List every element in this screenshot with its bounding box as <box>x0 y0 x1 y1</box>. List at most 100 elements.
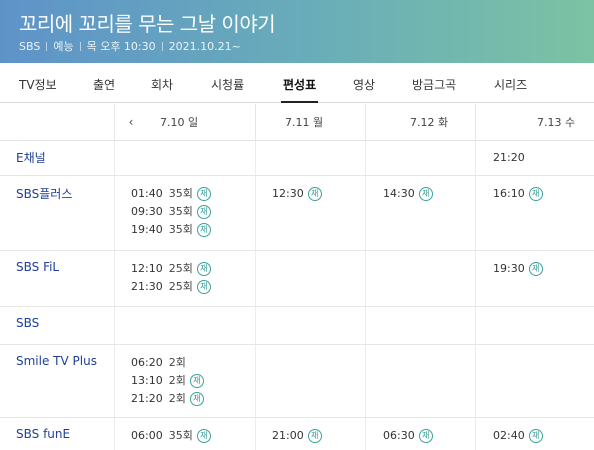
rerun-badge: 재 <box>196 223 211 237</box>
rerun-badge: 재 <box>528 429 543 443</box>
rerun-badge: 재 <box>196 429 211 443</box>
schedule-cell: 06:00 35회 재 <box>131 427 211 445</box>
rerun-badge: 재 <box>528 262 543 276</box>
date-label: 7.12 화 <box>410 116 449 129</box>
schedule-cell: 16:10 재 <box>493 185 543 203</box>
episode-number: 2회 <box>168 356 186 369</box>
column-divider <box>114 251 115 306</box>
airing-time: 06:00 <box>131 429 163 442</box>
airing-time: 21:20 <box>131 392 163 405</box>
episode-number: 2회 <box>168 374 186 387</box>
column-divider <box>475 418 476 450</box>
column-divider <box>475 345 476 417</box>
channel-name[interactable]: Smile TV Plus <box>16 354 97 368</box>
rerun-badge: 재 <box>189 392 204 406</box>
channel-row-sbs: SBS <box>0 307 594 345</box>
tab-cast[interactable]: 출연 <box>93 63 115 103</box>
airing-entry: 21:20 2회 재 <box>131 390 204 408</box>
airing-entry: 14:30 재 <box>383 185 433 203</box>
airing-entry: 01:40 35회 재 <box>131 185 211 203</box>
tab-bar: TV정보 출연 회차 시청률 편성표 영상 방금그곡 시리즈 <box>0 63 594 103</box>
meta-genre: 예능 <box>53 40 74 53</box>
channel-name[interactable]: SBS <box>16 316 39 330</box>
column-divider <box>475 176 476 250</box>
tab-that-song[interactable]: 방금그곡 <box>412 63 456 103</box>
date-label: 7.10 일 <box>160 116 199 129</box>
column-divider <box>475 104 476 141</box>
program-meta: SBS 예능 목 오후 10:30 2021.10.21~ <box>19 38 241 54</box>
column-divider <box>255 251 256 306</box>
meta-airtime: 목 오후 10:30 <box>86 40 156 53</box>
channel-name[interactable]: SBS플러스 <box>16 185 72 202</box>
rerun-badge: 재 <box>307 187 322 201</box>
episode-number: 35회 <box>168 429 193 442</box>
meta-divider <box>161 42 163 51</box>
rerun-badge: 재 <box>196 262 211 276</box>
airing-entry: 06:20 2회 <box>131 354 204 372</box>
rerun-badge: 재 <box>418 187 433 201</box>
column-divider <box>475 307 476 344</box>
tab-tv-info[interactable]: TV정보 <box>19 63 57 103</box>
meta-start-date: 2021.10.21~ <box>168 40 241 53</box>
chevron-left-icon: ‹ <box>128 115 134 129</box>
column-divider <box>114 345 115 417</box>
column-divider <box>365 345 366 417</box>
channel-row-smile-tv-plus: Smile TV Plus 06:20 2회 13:10 2회 재 21:20 2회 재 <box>0 345 594 418</box>
airing-time: 21:20 <box>493 151 525 164</box>
column-divider <box>365 418 366 450</box>
airing-time: 14:30 <box>383 187 415 200</box>
channel-row-sbs-fune: SBS funE 06:00 35회 재 21:00 재 06:30 재 02:40 재 <box>0 418 594 450</box>
channel-name[interactable]: SBS FiL <box>16 260 59 274</box>
rerun-badge: 재 <box>196 205 211 219</box>
rerun-badge: 재 <box>196 187 211 201</box>
tab-videos[interactable]: 영상 <box>353 63 375 103</box>
rerun-badge: 재 <box>307 429 322 443</box>
schedule-cell: 14:30 재 <box>383 185 433 203</box>
episode-number: 35회 <box>168 223 193 236</box>
airing-entry: 06:00 35회 재 <box>131 427 211 445</box>
episode-number: 35회 <box>168 187 193 200</box>
airing-entry: 09:30 35회 재 <box>131 203 211 221</box>
airing-entry: 13:10 2회 재 <box>131 372 204 390</box>
column-divider <box>475 141 476 175</box>
meta-divider <box>46 42 48 51</box>
tab-schedule[interactable]: 편성표 <box>280 63 319 103</box>
channel-name[interactable]: SBS funE <box>16 427 70 441</box>
schedule-cell: 01:40 35회 재 09:30 35회 재 19:40 35회 재 <box>131 185 211 239</box>
date-header: ‹ 7.10 일 7.11 월 7.12 화 7.13 수 <box>0 104 594 141</box>
episode-number: 25회 <box>168 262 193 275</box>
schedule-cell: 12:30 재 <box>272 185 322 203</box>
schedule-grid: E채널 21:20 SBS플러스 01:40 35회 재 09:30 35회 재 19:40 35회… <box>0 141 594 450</box>
column-divider <box>114 307 115 344</box>
tab-ratings[interactable]: 시청률 <box>211 63 244 103</box>
date-label: 7.13 수 <box>537 116 576 129</box>
airing-time: 02:40 <box>493 429 525 442</box>
airing-entry: 21:30 25회 재 <box>131 278 211 296</box>
airing-entry: 19:40 35회 재 <box>131 221 211 239</box>
column-divider <box>255 104 256 141</box>
channel-name[interactable]: E채널 <box>16 149 46 166</box>
column-divider <box>255 345 256 417</box>
airing-entry: 02:40 재 <box>493 427 543 445</box>
rerun-badge: 재 <box>528 187 543 201</box>
tab-episodes[interactable]: 회차 <box>151 63 173 103</box>
airing-time: 01:40 <box>131 187 163 200</box>
prev-week-button[interactable]: ‹ <box>116 104 146 141</box>
airing-time: 19:30 <box>493 262 525 275</box>
column-divider <box>255 418 256 450</box>
tab-series[interactable]: 시리즈 <box>494 63 527 103</box>
airing-time: 12:10 <box>131 262 163 275</box>
column-divider <box>475 251 476 306</box>
airing-time: 06:30 <box>383 429 415 442</box>
episode-number: 2회 <box>168 392 186 405</box>
airing-time: 16:10 <box>493 187 525 200</box>
channel-row-echannel: E채널 21:20 <box>0 141 594 176</box>
airing-entry: 12:10 25회 재 <box>131 260 211 278</box>
rerun-badge: 재 <box>418 429 433 443</box>
column-divider <box>255 176 256 250</box>
episode-number: 35회 <box>168 205 193 218</box>
channel-row-sbs-plus: SBS플러스 01:40 35회 재 09:30 35회 재 19:40 35회 재 12:30 재 1… <box>0 176 594 251</box>
column-divider <box>365 251 366 306</box>
airing-time: 06:20 <box>131 356 163 369</box>
column-divider <box>255 141 256 175</box>
